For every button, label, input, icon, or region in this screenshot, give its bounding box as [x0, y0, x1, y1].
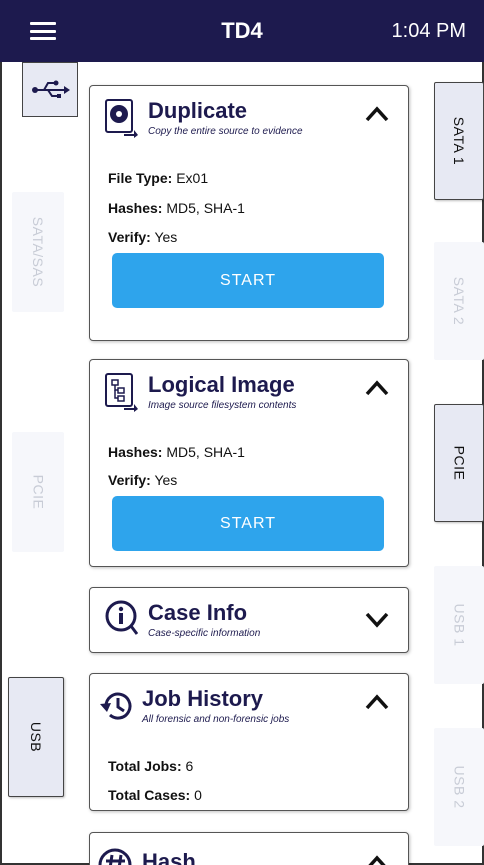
- tab-usb-left[interactable]: USB: [8, 677, 64, 797]
- usb-source-tab[interactable]: [22, 62, 78, 117]
- tab-sata-2[interactable]: SATA 2: [434, 242, 484, 360]
- duplicate-hashes-row: Hashes: MD5, SHA-1: [108, 200, 245, 216]
- job-history-card: Job History All forensic and non-forensi…: [89, 673, 409, 811]
- clock: 1:04 PM: [391, 20, 466, 42]
- duplicate-verify-row: Verify: Yes: [108, 229, 178, 245]
- job-history-title: Job History: [142, 686, 264, 711]
- tab-usb-1-label: USB 1: [451, 603, 467, 647]
- job-history-subtitle: All forensic and non-forensic jobs: [142, 714, 290, 725]
- total-jobs-row: Total Jobs: 6: [108, 758, 194, 774]
- tab-sata-sas[interactable]: SATA/SAS: [12, 192, 64, 312]
- chevron-up-icon[interactable]: [364, 104, 390, 124]
- tab-usb-2-label: USB 2: [451, 765, 467, 809]
- duplicate-icon: [105, 99, 138, 138]
- tab-sata-sas-label: SATA/SAS: [30, 216, 47, 288]
- duplicate-title: Duplicate: [148, 98, 248, 123]
- tab-pcie-right-label: PCIE: [451, 445, 467, 481]
- info-icon: [105, 600, 138, 635]
- chevron-down-icon[interactable]: [364, 610, 390, 630]
- usb-icon: [32, 80, 70, 98]
- chevron-up-icon[interactable]: [364, 853, 390, 865]
- logical-image-title: Logical Image: [148, 372, 295, 397]
- case-info-subtitle: Case-specific information: [148, 628, 261, 639]
- tab-pcie-left-label: PCIE: [30, 474, 46, 510]
- logical-image-subtitle: Image source filesystem contents: [148, 400, 297, 411]
- case-info-card[interactable]: Case Info Case-specific information: [89, 587, 409, 653]
- logical-start-button[interactable]: START: [112, 496, 384, 551]
- hash-icon: [98, 848, 132, 865]
- hash-card[interactable]: Hash: [89, 832, 409, 865]
- case-info-title: Case Info: [148, 600, 248, 625]
- tab-sata-2-label: SATA 2: [450, 276, 467, 326]
- logical-image-icon: [105, 373, 138, 412]
- history-icon: [100, 692, 132, 720]
- tab-sata-1[interactable]: SATA 1: [434, 82, 484, 200]
- logical-hashes-row: Hashes: MD5, SHA-1: [108, 444, 245, 460]
- tab-pcie-left[interactable]: PCIE: [12, 432, 64, 552]
- logical-image-card: Logical Image Image source filesystem co…: [89, 359, 409, 567]
- duplicate-start-button[interactable]: START: [112, 253, 384, 308]
- tab-pcie-right[interactable]: PCIE: [434, 404, 484, 522]
- logical-verify-row: Verify: Yes: [108, 472, 178, 488]
- tab-sata-1-label: SATA 1: [451, 116, 468, 166]
- tab-usb-1[interactable]: USB 1: [434, 566, 484, 684]
- tab-usb-left-label: USB: [27, 721, 44, 753]
- duplicate-card: Duplicate Copy the entire source to evid…: [89, 85, 409, 341]
- top-bar: TD4 1:04 PM: [0, 0, 484, 62]
- duplicate-subtitle: Copy the entire source to evidence: [148, 126, 303, 137]
- tab-usb-2[interactable]: USB 2: [434, 728, 484, 846]
- chevron-up-icon[interactable]: [364, 692, 390, 712]
- duplicate-file-type-row: File Type: Ex01: [108, 170, 209, 186]
- total-cases-row: Total Cases: 0: [108, 787, 202, 803]
- chevron-up-icon[interactable]: [364, 378, 390, 398]
- hash-title: Hash: [142, 849, 196, 865]
